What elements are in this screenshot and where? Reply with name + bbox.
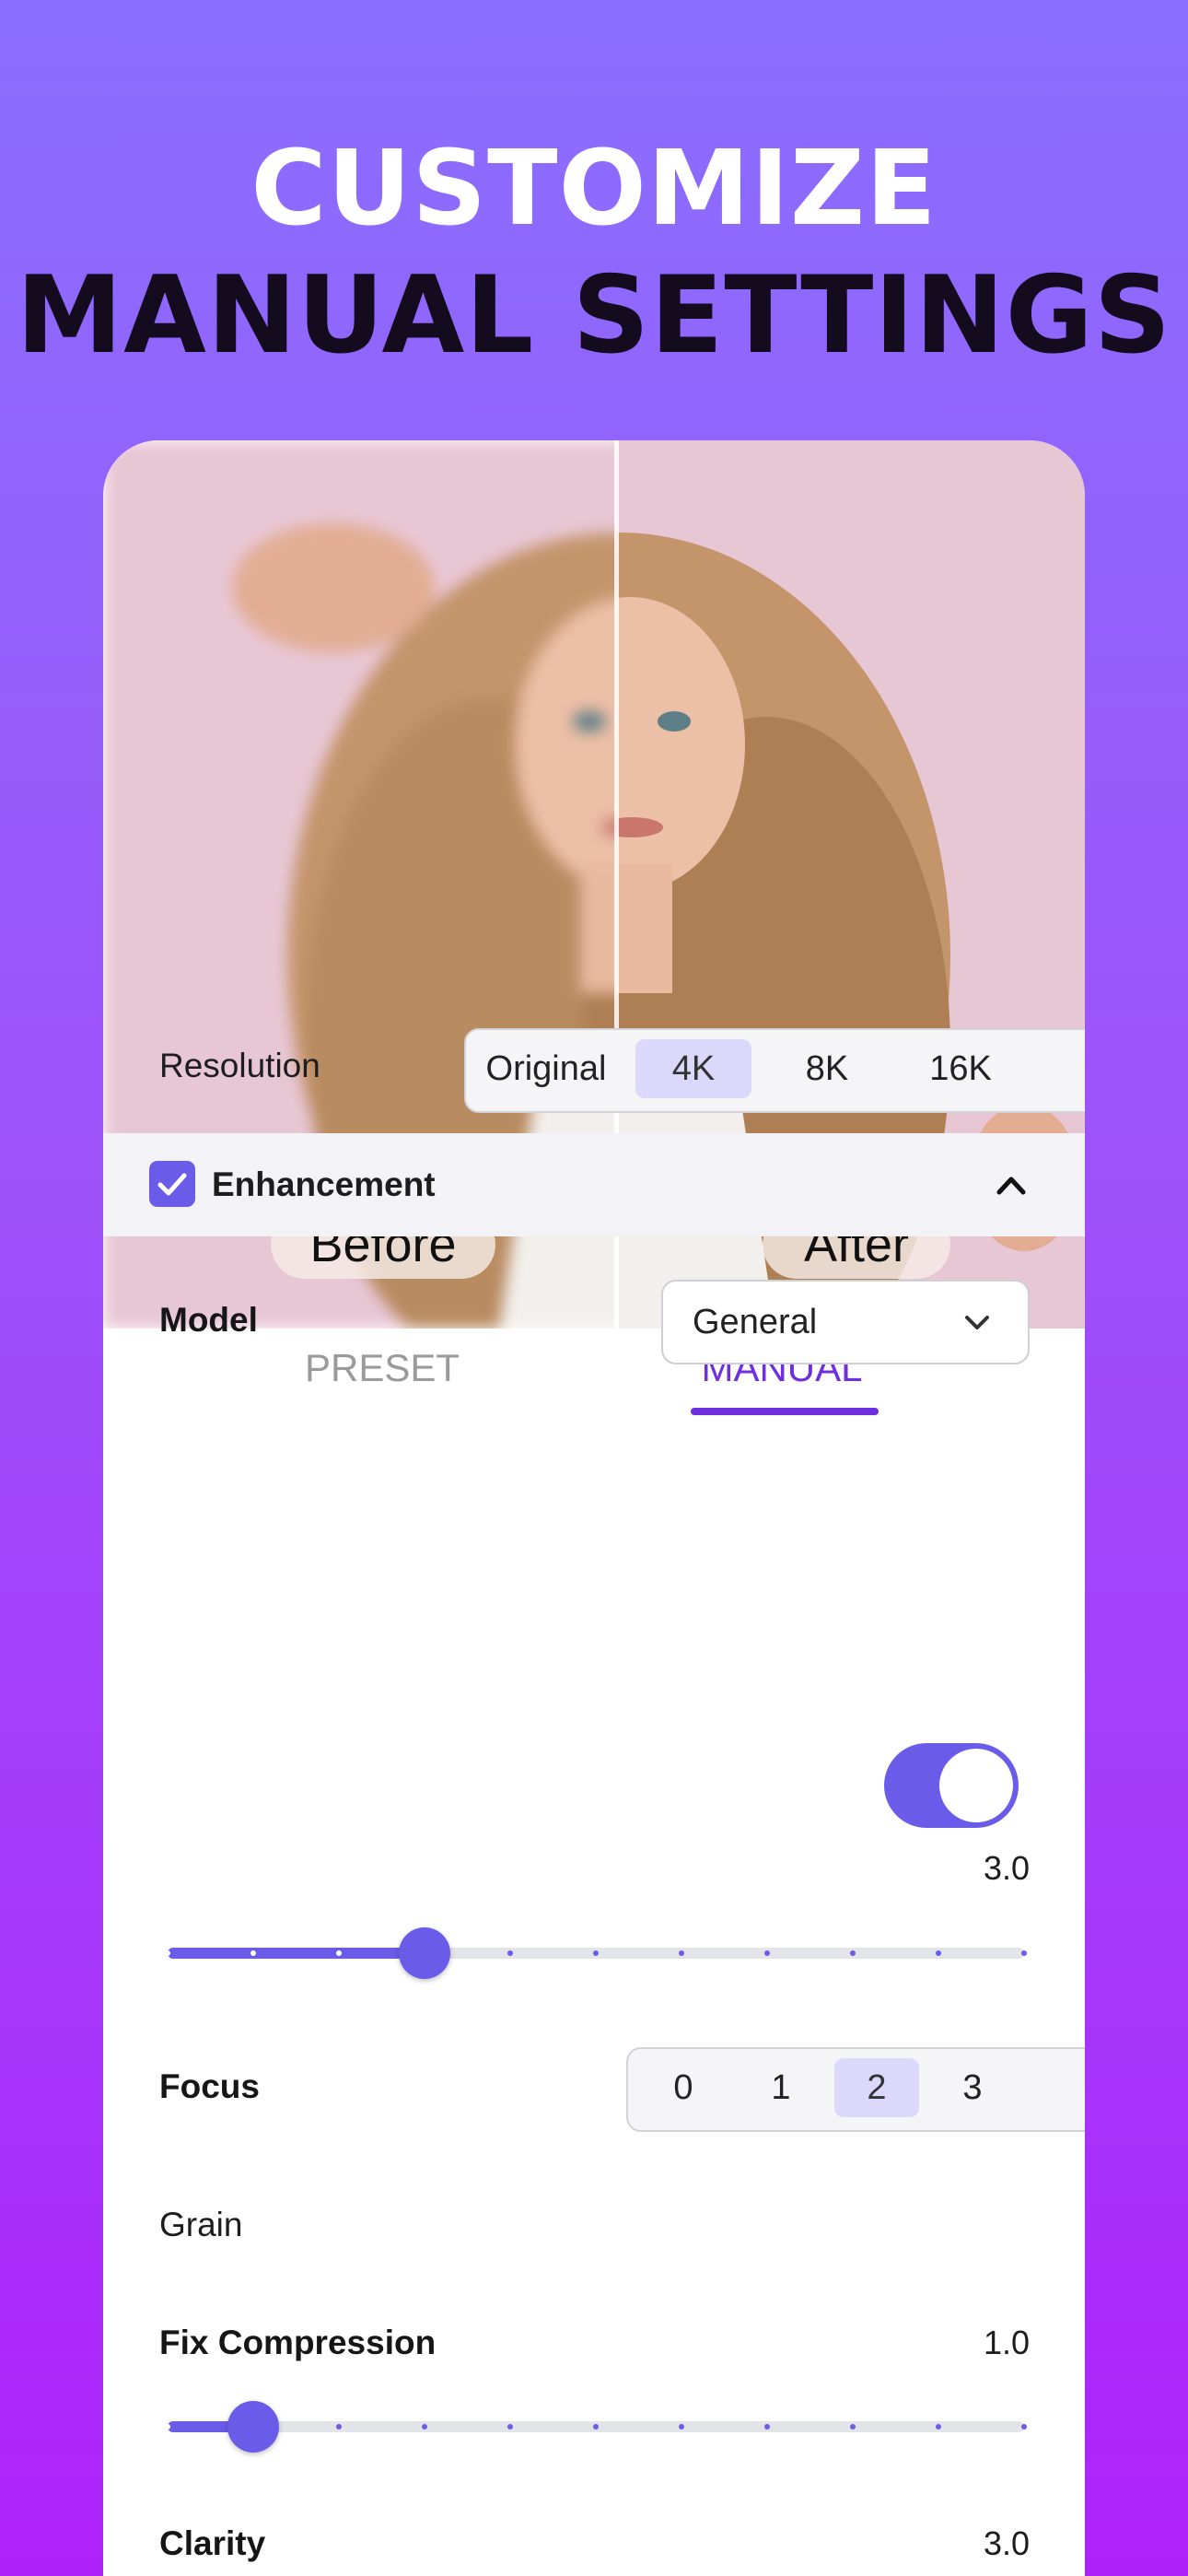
slider-step-dot — [507, 2424, 513, 2430]
headline-line-1: CUSTOMIZE — [250, 129, 938, 249]
chevron-up-icon[interactable] — [995, 1170, 1028, 1198]
slider-step-dot — [593, 1950, 599, 1956]
slider-step-dot — [764, 2424, 770, 2430]
resolution-selector: Original 4K 8K 16K — [464, 1028, 1085, 1113]
enhancement-checkbox[interactable] — [149, 1161, 195, 1207]
resolution-option-8k[interactable]: 8K — [770, 1039, 884, 1098]
focus-option-2[interactable]: 2 — [834, 2058, 919, 2117]
model-selected-value: General — [693, 1303, 818, 1341]
clarity-label: Clarity — [159, 2524, 266, 2562]
model-slider-value: 3.0 — [983, 1849, 1030, 1887]
model-strength-slider[interactable] — [165, 1926, 1027, 1981]
focus-selector: 0 1 2 3 — [626, 2047, 1085, 2132]
toggle-thumb — [939, 1749, 1013, 1822]
slider-step-dot — [422, 2424, 427, 2430]
slider-step-dot — [936, 1950, 941, 1956]
focus-option-1[interactable]: 1 — [737, 2058, 825, 2117]
headline-line-2: MANUAL SETTINGS — [16, 253, 1172, 378]
slider-step-dot — [850, 1950, 856, 1956]
focus-label: Focus — [159, 2067, 260, 2105]
slider-step-dot — [764, 1950, 770, 1956]
clarity-value: 3.0 — [983, 2524, 1030, 2562]
focus-option-0[interactable]: 0 — [639, 2058, 728, 2117]
slider-knob[interactable] — [399, 1927, 450, 1979]
slider-step-dot — [936, 2424, 941, 2430]
slider-step-dot — [336, 1950, 342, 1956]
tab-preset[interactable]: PRESET — [295, 1345, 470, 1391]
resolution-option-4k[interactable]: 4K — [635, 1039, 751, 1098]
slider-step-dot — [850, 2424, 856, 2430]
fix-compression-slider[interactable] — [165, 2399, 1027, 2454]
settings-card: Before After PRESET MANUAL Resolution Or… — [103, 440, 1085, 2576]
slider-step-dot — [1021, 2424, 1027, 2430]
model-label: Model — [159, 1301, 258, 1339]
model-dropdown[interactable]: General — [661, 1280, 1030, 1364]
fix-compression-value: 1.0 — [983, 2324, 1030, 2361]
slider-step-dot — [507, 1950, 513, 1956]
slider-step-dot — [250, 1950, 256, 1956]
fix-compression-label: Fix Compression — [159, 2324, 437, 2361]
resolution-option-original[interactable]: Original — [477, 1039, 615, 1098]
check-icon — [157, 1173, 187, 1196]
slider-step-dot — [593, 2424, 599, 2430]
resolution-option-16k[interactable]: 16K — [901, 1039, 1020, 1098]
slider-fill — [168, 1948, 425, 1959]
slider-step-dot — [165, 1950, 170, 1956]
enhancement-label: Enhancement — [212, 1165, 436, 1203]
chevron-down-icon — [965, 1316, 989, 1329]
slider-knob[interactable] — [227, 2401, 279, 2453]
slider-step-dot — [679, 2424, 684, 2430]
slider-step-dot — [336, 2424, 342, 2430]
resolution-label: Resolution — [159, 1047, 320, 1084]
tab-active-indicator — [691, 1408, 879, 1415]
slider-step-dot — [679, 1950, 684, 1956]
grain-toggle[interactable] — [884, 1743, 1019, 1828]
slider-step-dot — [165, 2424, 170, 2430]
focus-option-3[interactable]: 3 — [928, 2058, 1017, 2117]
grain-label: Grain — [159, 2206, 243, 2243]
slider-step-dot — [1021, 1950, 1027, 1956]
